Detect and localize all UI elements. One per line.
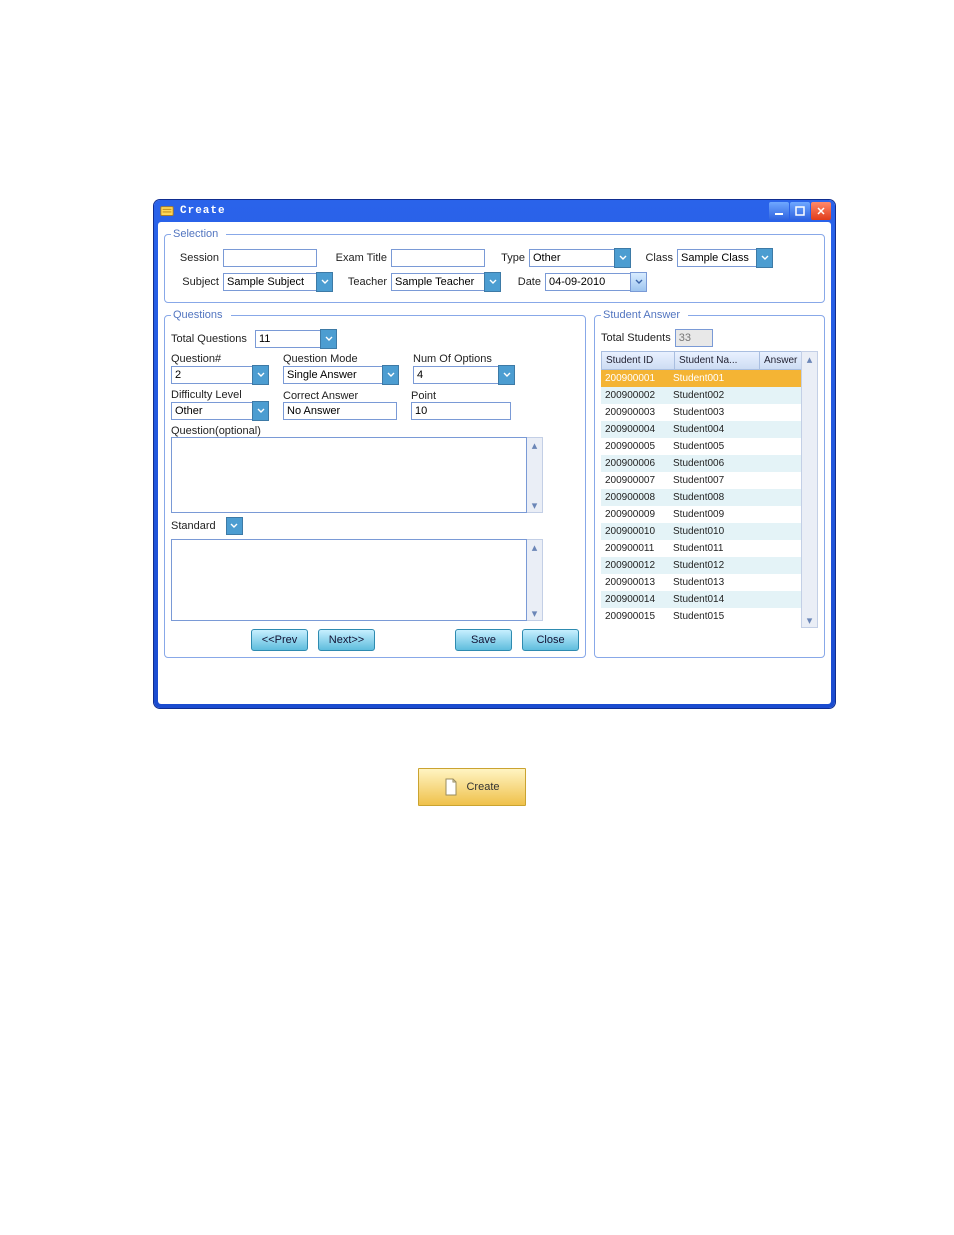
total-questions-select[interactable] (255, 330, 321, 348)
difficulty-dropdown-icon[interactable] (252, 401, 269, 421)
table-row[interactable]: 200900012Student012 (601, 557, 818, 574)
standard-textarea-scrollbar[interactable]: ▴ ▾ (527, 539, 543, 621)
col-student-id[interactable]: Student ID (602, 352, 675, 369)
question-number-dropdown-icon[interactable] (252, 365, 269, 385)
question-number-label: Question# (171, 353, 269, 365)
date-label: Date (505, 276, 541, 288)
app-icon (160, 204, 174, 218)
standard-dropdown-icon[interactable] (226, 517, 243, 535)
close-window-button[interactable] (811, 202, 831, 220)
exam-title-input[interactable] (391, 249, 485, 267)
selection-legend: Selection (171, 228, 226, 240)
selection-group: Selection Session Exam Title Type Class … (164, 228, 825, 303)
total-students-label: Total Students (601, 332, 671, 344)
num-options-select[interactable] (413, 366, 499, 384)
exam-title-label: Exam Title (321, 252, 387, 264)
type-label: Type (489, 252, 525, 264)
create-button-label: Create (466, 781, 499, 793)
teacher-select[interactable] (391, 273, 485, 291)
prev-button[interactable]: <<Prev (251, 629, 308, 651)
table-row[interactable]: 200900011Student011 (601, 540, 818, 557)
class-select[interactable] (677, 249, 757, 267)
scroll-down-icon[interactable]: ▾ (802, 613, 817, 627)
table-row[interactable]: 200900002Student002 (601, 387, 818, 404)
total-questions-label: Total Questions (171, 333, 251, 345)
create-window: Create Selection Session Exam Title Type… (154, 200, 835, 708)
teacher-dropdown-icon[interactable] (484, 272, 501, 292)
standard-textarea[interactable] (171, 539, 527, 621)
window-title: Create (180, 205, 226, 217)
total-questions-dropdown-icon[interactable] (320, 329, 337, 349)
student-answer-group: Student Answer Total Students Student ID… (594, 309, 825, 658)
questions-legend: Questions (171, 309, 231, 321)
subject-label: Subject (171, 276, 219, 288)
titlebar[interactable]: Create (154, 200, 835, 222)
question-mode-dropdown-icon[interactable] (382, 365, 399, 385)
subject-dropdown-icon[interactable] (316, 272, 333, 292)
scroll-up-icon[interactable]: ▴ (802, 352, 817, 366)
table-row[interactable]: 200900007Student007 (601, 472, 818, 489)
table-row[interactable]: 200900015Student015 (601, 608, 818, 625)
close-button[interactable]: Close (522, 629, 579, 651)
subject-select[interactable] (223, 273, 317, 291)
session-label: Session (171, 252, 219, 264)
question-mode-label: Question Mode (283, 353, 399, 365)
correct-answer-label: Correct Answer (283, 390, 397, 402)
class-label: Class (635, 252, 673, 264)
table-row[interactable]: 200900014Student014 (601, 591, 818, 608)
question-textarea-scrollbar[interactable]: ▴ ▾ (527, 437, 543, 513)
student-answer-legend: Student Answer (601, 309, 688, 321)
students-table-body: 200900001Student001200900002Student00220… (601, 370, 818, 628)
table-row[interactable]: 200900009Student009 (601, 506, 818, 523)
scroll-down-icon[interactable]: ▾ (527, 606, 542, 620)
session-input[interactable] (223, 249, 317, 267)
table-row[interactable]: 200900005Student005 (601, 438, 818, 455)
question-number-select[interactable] (171, 366, 253, 384)
correct-answer-input[interactable] (283, 402, 397, 420)
question-textarea[interactable] (171, 437, 527, 513)
minimize-button[interactable] (769, 202, 789, 220)
table-row[interactable]: 200900004Student004 (601, 421, 818, 438)
teacher-label: Teacher (337, 276, 387, 288)
total-students-value (675, 329, 713, 347)
class-dropdown-icon[interactable] (756, 248, 773, 268)
point-label: Point (411, 390, 511, 402)
table-row[interactable]: 200900006Student006 (601, 455, 818, 472)
difficulty-select[interactable] (171, 402, 253, 420)
type-dropdown-icon[interactable] (614, 248, 631, 268)
difficulty-label: Difficulty Level (171, 389, 269, 401)
question-text-label: Question(optional) (171, 425, 579, 437)
date-picker-icon[interactable] (630, 272, 647, 292)
standard-label: Standard (171, 520, 216, 532)
type-select[interactable] (529, 249, 615, 267)
question-mode-select[interactable] (283, 366, 383, 384)
date-input[interactable] (545, 273, 631, 291)
save-button[interactable]: Save (455, 629, 512, 651)
questions-group: Questions Total Questions Question# Ques… (164, 309, 586, 658)
table-row[interactable]: 200900013Student013 (601, 574, 818, 591)
table-row[interactable]: 200900008Student008 (601, 489, 818, 506)
students-scrollbar[interactable]: ▴ ▾ (801, 351, 818, 628)
scroll-down-icon[interactable]: ▾ (527, 498, 542, 512)
scroll-up-icon[interactable]: ▴ (527, 540, 542, 554)
maximize-button[interactable] (790, 202, 810, 220)
create-button[interactable]: Create (418, 768, 526, 806)
next-button[interactable]: Next>> (318, 629, 375, 651)
table-row[interactable]: 200900010Student010 (601, 523, 818, 540)
col-student-name[interactable]: Student Na... (675, 352, 760, 369)
document-icon (444, 778, 458, 796)
num-options-label: Num Of Options (413, 353, 515, 365)
point-input[interactable] (411, 402, 511, 420)
table-row[interactable]: 200900003Student003 (601, 404, 818, 421)
students-table-header: Student ID Student Na... Answer (601, 351, 818, 370)
table-row[interactable]: 200900001Student001 (601, 370, 818, 387)
num-options-dropdown-icon[interactable] (498, 365, 515, 385)
scroll-up-icon[interactable]: ▴ (527, 438, 542, 452)
